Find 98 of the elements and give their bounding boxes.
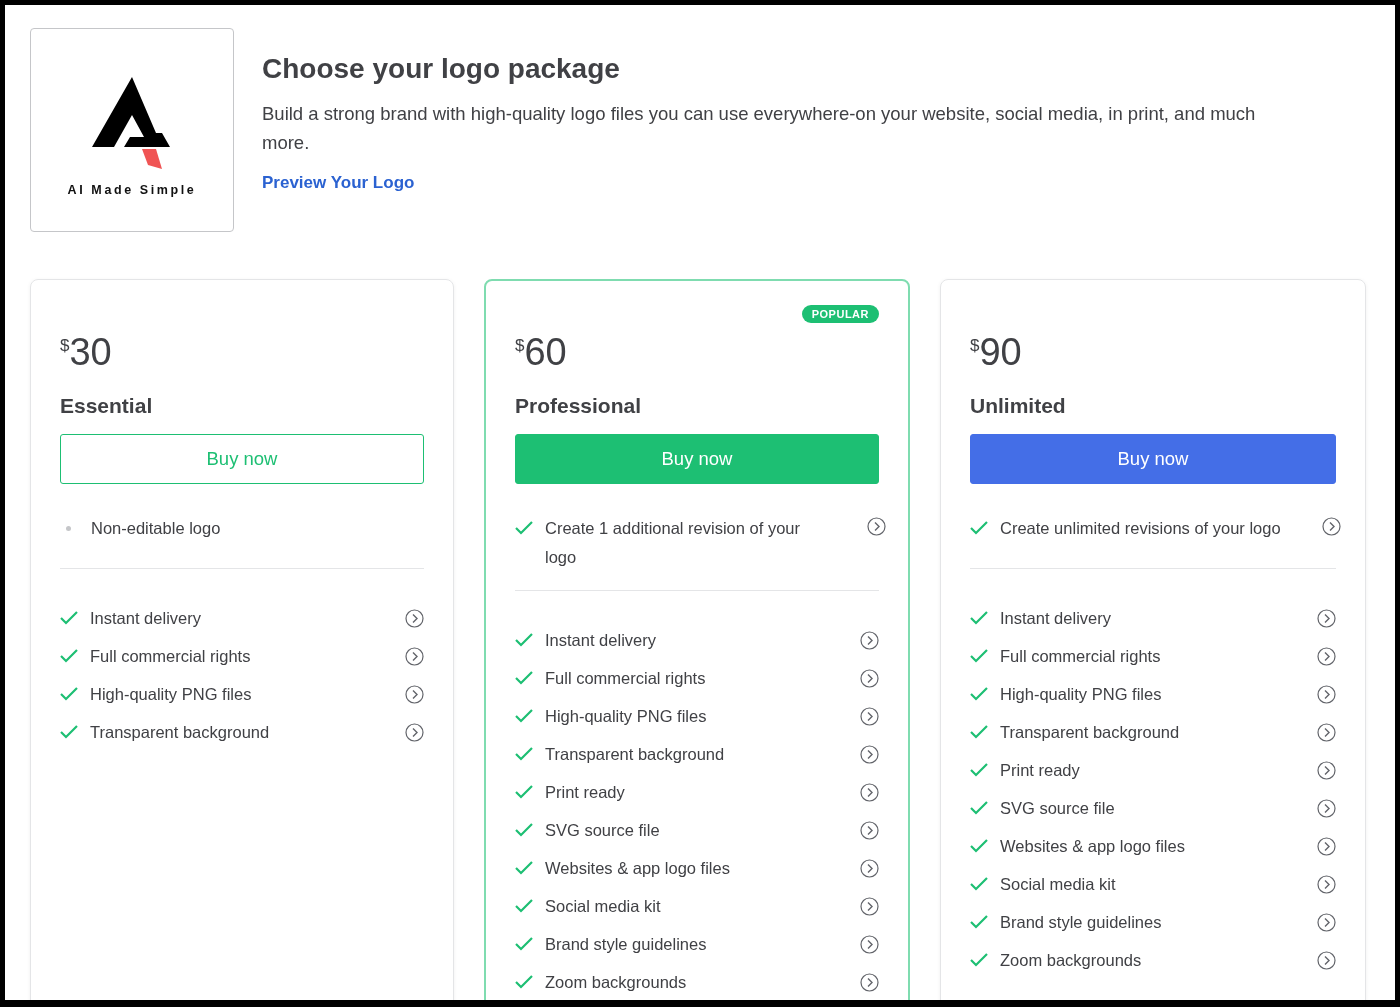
feature-text: Zoom backgrounds xyxy=(545,971,688,993)
chevron-circle-icon[interactable] xyxy=(1317,836,1336,856)
feature-text: Social media kit xyxy=(1000,873,1117,895)
chevron-circle-icon[interactable] xyxy=(860,630,879,650)
check-icon xyxy=(60,611,78,625)
feature-text: Websites & app logo files xyxy=(545,857,731,879)
chevron-circle-icon[interactable] xyxy=(405,646,424,666)
plan-price: 60 xyxy=(524,332,567,372)
chevron-circle-icon[interactable] xyxy=(1317,646,1336,666)
plan-name: Unlimited xyxy=(970,394,1067,418)
chevron-circle-icon[interactable] xyxy=(1317,950,1336,970)
popular-badge: POPULAR xyxy=(801,305,879,323)
check-icon xyxy=(515,709,533,723)
logo-caption: AI Made Simple xyxy=(67,183,197,197)
chevron-circle-icon[interactable] xyxy=(405,684,424,704)
buy-button[interactable]: Buy now xyxy=(515,434,879,484)
check-icon xyxy=(515,899,533,913)
plan-name: Professional xyxy=(515,394,643,418)
chevron-circle-icon[interactable] xyxy=(1317,684,1336,704)
check-icon xyxy=(970,801,988,815)
currency-symbol: $ xyxy=(515,336,525,355)
feature-text: Create 1 additional revision of your logo xyxy=(545,518,801,568)
logo-mark-icon xyxy=(92,77,172,169)
check-icon xyxy=(515,823,533,837)
chevron-circle-icon[interactable] xyxy=(860,706,879,726)
feature-text: Transparent background xyxy=(1000,721,1181,743)
chevron-circle-icon[interactable] xyxy=(860,934,879,954)
plan-price: 30 xyxy=(69,332,112,372)
chevron-circle-icon[interactable] xyxy=(1317,874,1336,894)
chevron-circle-icon[interactable] xyxy=(860,858,879,878)
check-icon xyxy=(515,521,533,535)
check-icon xyxy=(515,747,533,761)
check-icon xyxy=(515,937,533,951)
preview-link[interactable]: Preview Your Logo xyxy=(262,173,415,193)
feature-text: Social media kit xyxy=(545,895,662,917)
check-icon xyxy=(970,953,988,967)
chevron-circle-icon[interactable] xyxy=(860,782,879,802)
feature-text: SVG source file xyxy=(1000,797,1116,819)
check-icon xyxy=(970,915,988,929)
feature-text: Instant delivery xyxy=(1000,607,1112,629)
feature-text: Transparent background xyxy=(90,721,271,743)
feature-text: Full commercial rights xyxy=(1000,645,1162,667)
feature-text: High-quality PNG files xyxy=(545,705,708,727)
currency-symbol: $ xyxy=(60,336,70,355)
buy-button[interactable]: Buy now xyxy=(970,434,1336,484)
bullet-icon xyxy=(66,526,71,531)
feature-text: Print ready xyxy=(1000,759,1081,781)
check-icon xyxy=(970,687,988,701)
chevron-circle-icon[interactable] xyxy=(860,896,879,916)
feature-text: Brand style guidelines xyxy=(1000,911,1163,933)
check-icon xyxy=(970,649,988,663)
chevron-circle-icon[interactable] xyxy=(867,517,886,536)
chevron-circle-icon[interactable] xyxy=(860,744,879,764)
feature-text: Brand style guidelines xyxy=(545,933,708,955)
feature-text: Full commercial rights xyxy=(90,645,252,667)
feature-text: Websites & app logo files xyxy=(1000,835,1186,857)
chevron-circle-icon[interactable] xyxy=(1317,912,1336,932)
feature-text: High-quality PNG files xyxy=(90,683,253,705)
check-icon xyxy=(515,671,533,685)
chevron-circle-icon[interactable] xyxy=(860,668,879,688)
check-icon xyxy=(60,687,78,701)
plan-name: Essential xyxy=(60,394,154,418)
feature-text: Non-editable logo xyxy=(91,518,222,539)
chevron-circle-icon[interactable] xyxy=(860,972,879,992)
chevron-circle-icon[interactable] xyxy=(1317,722,1336,742)
feature-text: Transparent background xyxy=(545,743,726,765)
check-icon xyxy=(970,839,988,853)
chevron-circle-icon[interactable] xyxy=(1317,798,1336,818)
currency-symbol: $ xyxy=(970,336,980,355)
feature-text: Zoom backgrounds xyxy=(1000,949,1143,971)
feature-text: Print ready xyxy=(545,781,626,803)
check-icon xyxy=(970,877,988,891)
plan-price: 90 xyxy=(979,332,1022,372)
check-icon xyxy=(60,725,78,739)
feature-text: SVG source file xyxy=(545,819,661,841)
check-icon xyxy=(515,785,533,799)
check-icon xyxy=(970,611,988,625)
check-icon xyxy=(60,649,78,663)
chevron-circle-icon[interactable] xyxy=(860,820,879,840)
chevron-circle-icon[interactable] xyxy=(405,608,424,628)
chevron-circle-icon[interactable] xyxy=(1317,760,1336,780)
check-icon xyxy=(515,975,533,989)
check-icon xyxy=(515,633,533,647)
feature-text: Create unlimited revisions of your logo xyxy=(1000,518,1282,539)
chevron-circle-icon[interactable] xyxy=(1317,608,1336,628)
feature-text: Instant delivery xyxy=(90,607,202,629)
check-icon xyxy=(970,521,988,535)
feature-text: High-quality PNG files xyxy=(1000,683,1163,705)
buy-button[interactable]: Buy now xyxy=(60,434,424,484)
feature-text: Full commercial rights xyxy=(545,667,707,689)
check-icon xyxy=(970,725,988,739)
page-title: Choose your logo package xyxy=(262,53,621,85)
page-description: Build a strong brand with high-quality logo files you can use everywhere-on your website, social media, in print, and much more. xyxy=(262,102,1257,155)
chevron-circle-icon[interactable] xyxy=(1322,517,1341,536)
check-icon xyxy=(970,763,988,777)
check-icon xyxy=(515,861,533,875)
chevron-circle-icon[interactable] xyxy=(405,722,424,742)
feature-text: Instant delivery xyxy=(545,629,657,651)
